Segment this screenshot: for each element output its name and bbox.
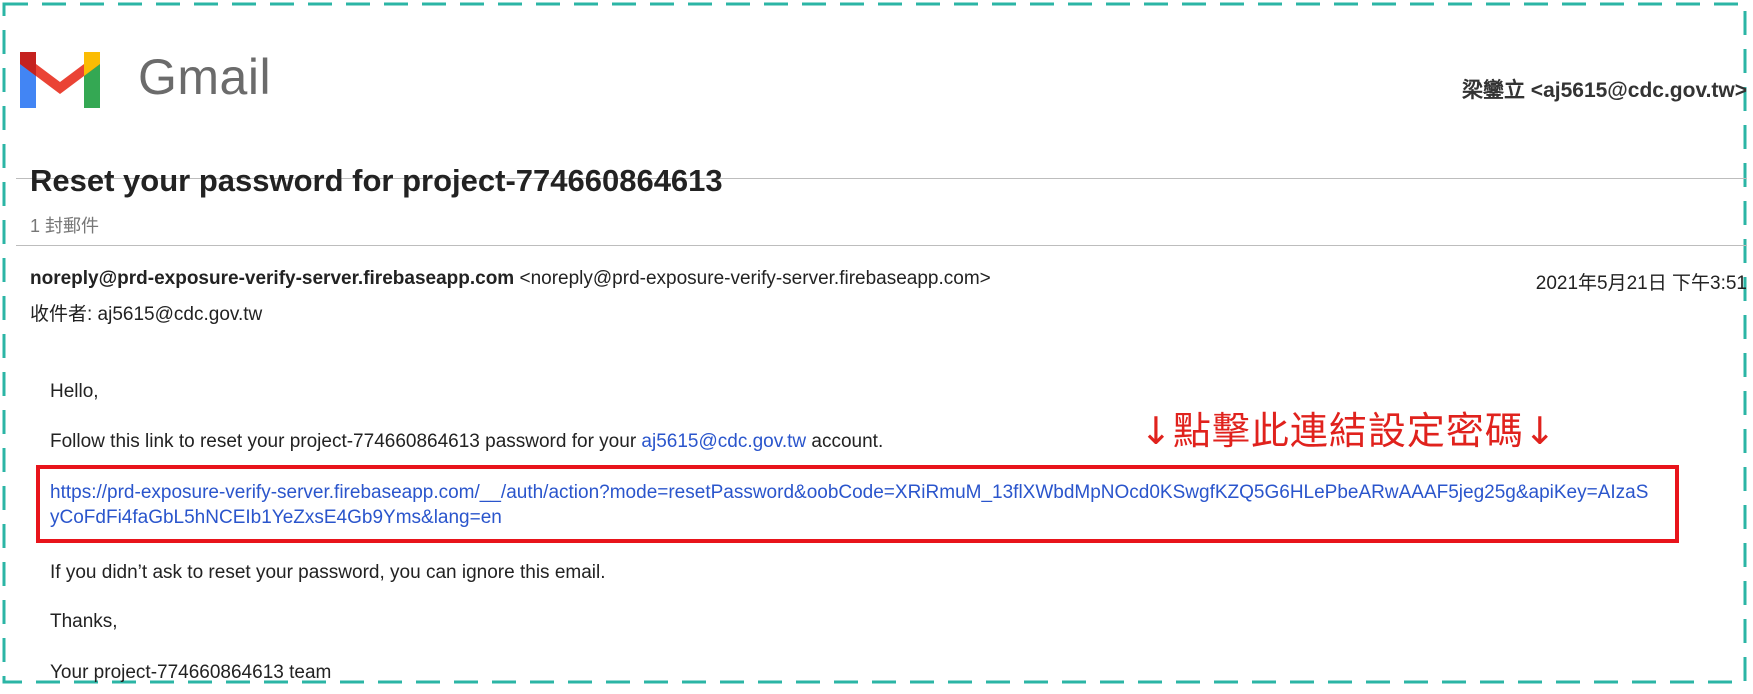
gmail-brand-text: Gmail bbox=[138, 49, 272, 105]
greeting-text: Hello, bbox=[50, 381, 99, 402]
sender-line: noreply@prd-exposure-verify-server.fireb… bbox=[30, 268, 991, 290]
ignore-text: If you didn’t ask to reset your password… bbox=[50, 562, 606, 583]
gmail-logo-icon bbox=[14, 42, 106, 114]
message-count: 1 封郵件 bbox=[30, 216, 100, 236]
signature-text: Your project-774660864613 team bbox=[50, 662, 332, 683]
reset-password-link[interactable]: https://prd-exposure-verify-server.fireb… bbox=[50, 480, 1650, 530]
thanks-text: Thanks, bbox=[50, 611, 118, 632]
recipient-line: 收件者: aj5615@cdc.gov.tw bbox=[30, 304, 263, 325]
instruction-post: account. bbox=[806, 431, 884, 452]
message-date: 2021年5月21日 下午3:51 bbox=[1535, 273, 1747, 294]
annotation-label: ↓點擊此連結設定密碼↓ bbox=[1140, 409, 1557, 453]
sender-name: noreply@prd-exposure-verify-server.fireb… bbox=[30, 268, 515, 289]
account-label: 梁鑾立 <aj5615@cdc.gov.tw> bbox=[1461, 79, 1747, 102]
subject-divider bbox=[16, 245, 1747, 246]
account-email-link[interactable]: aj5615@cdc.gov.tw bbox=[641, 431, 806, 452]
instruction-text: Follow this link to reset your project-7… bbox=[50, 431, 883, 453]
instruction-pre: Follow this link to reset your project-7… bbox=[50, 431, 642, 452]
email-subject: Reset your password for project-77466086… bbox=[30, 163, 723, 198]
sender-address: <noreply@prd-exposure-verify-server.fire… bbox=[519, 268, 991, 289]
